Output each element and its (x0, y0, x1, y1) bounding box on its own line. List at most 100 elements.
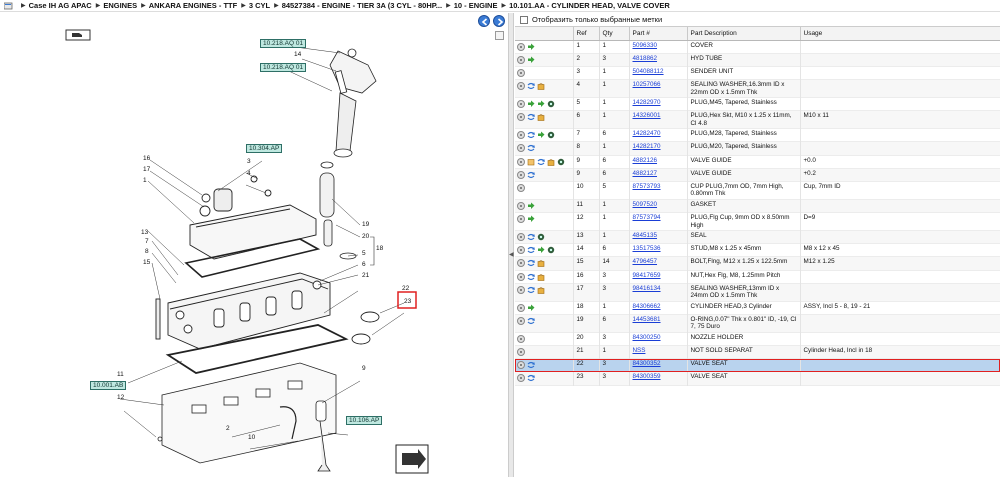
blue-swap-icon[interactable] (527, 233, 536, 241)
box-icon[interactable] (527, 158, 535, 166)
blue-swap-icon[interactable] (527, 82, 536, 90)
blue-swap-icon[interactable] (527, 246, 536, 254)
table-row[interactable]: 13 1 4845135 SEAL (515, 230, 1000, 244)
part-number-link[interactable]: 98417659 (633, 272, 661, 279)
green-arrow-icon[interactable] (527, 304, 535, 312)
show-selected-only-checkbox[interactable] (520, 15, 528, 24)
diagram-number[interactable]: 1 (143, 177, 147, 184)
green-arrow-icon[interactable] (527, 215, 535, 223)
table-row[interactable]: 1 1 5096330 COVER (515, 40, 1000, 54)
diagram-number[interactable]: 4 (247, 170, 251, 177)
green-arrow-icon[interactable] (527, 202, 535, 210)
diagram-number[interactable]: 8 (145, 248, 149, 255)
diagram-number[interactable]: 11 (117, 371, 124, 378)
blue-swap-icon[interactable] (527, 131, 536, 139)
col-description[interactable]: Part Description (687, 27, 801, 41)
circle-icon[interactable] (517, 144, 525, 153)
blue-swap-icon[interactable] (527, 171, 536, 179)
breadcrumb-item[interactable]: 84527384 - ENGINE - TIER 3A (3 CYL - 80H… (282, 1, 442, 10)
diagram-number[interactable]: 14 (294, 51, 301, 58)
diagram-number[interactable]: 9 (362, 365, 366, 372)
circle-icon[interactable] (517, 272, 525, 281)
part-number-link[interactable]: 87573793 (633, 183, 661, 190)
green-arrow-icon[interactable] (537, 131, 545, 139)
circle-icon[interactable] (517, 82, 525, 91)
green-arrow-icon[interactable] (527, 100, 535, 108)
table-row[interactable]: 4 1 10257066 SEALING WASHER,16.3mm ID x 22m… (515, 79, 1000, 98)
gear-icon[interactable] (537, 233, 545, 241)
green-arrow-icon[interactable] (527, 43, 535, 51)
part-number-link[interactable]: 84300250 (633, 334, 661, 341)
col-qty[interactable]: Qty (599, 27, 630, 41)
diagram-number[interactable]: 3 (247, 158, 251, 165)
circle-icon[interactable] (517, 215, 525, 224)
diagram-number[interactable]: 6 (362, 261, 366, 268)
callout-ref[interactable]: 10.218.AQ 01 (260, 39, 307, 48)
table-row[interactable]: 22 3 84300352 VALVE SEAT (515, 358, 1000, 372)
blue-swap-icon[interactable] (527, 286, 536, 294)
part-number-link[interactable]: 5096330 (633, 42, 658, 49)
part-number-link[interactable]: 5097520 (633, 201, 658, 208)
table-row[interactable]: 6 1 14326001 PLUG,Hex Skt, M10 x 1.25 x 11m… (515, 110, 1000, 129)
blue-swap-icon[interactable] (527, 361, 536, 369)
gear-icon[interactable] (547, 131, 555, 139)
circle-icon[interactable] (517, 259, 525, 268)
breadcrumb-item[interactable]: Case IH AG APAC (29, 1, 92, 10)
table-row[interactable]: 21 1 NSS NOT SOLD SEPARAT Cylinder Head, Inc… (515, 345, 1000, 359)
home-icon[interactable] (4, 2, 13, 10)
diagram-number[interactable]: 20 (362, 233, 369, 240)
part-number-link[interactable]: 504088112 (633, 68, 664, 75)
breadcrumb-item[interactable]: 10 - ENGINE (454, 1, 498, 10)
green-arrow-icon[interactable] (527, 56, 535, 64)
circle-icon[interactable] (517, 334, 525, 343)
part-number-link[interactable]: 4882127 (633, 170, 658, 177)
gear-icon[interactable] (547, 246, 555, 254)
pane-splitter[interactable]: ◀ (508, 13, 514, 477)
circle-icon[interactable] (517, 246, 525, 255)
part-number-link[interactable]: 84306662 (633, 303, 661, 310)
part-number-link[interactable]: 4796457 (633, 258, 658, 265)
table-row[interactable]: 19 6 14453681 O-RING,0.07" Thk x 0.801" ID,… (515, 314, 1000, 333)
diagram-number[interactable]: 5 (362, 250, 366, 257)
green-arrow-icon[interactable] (537, 100, 545, 108)
table-row[interactable]: 17 3 98416134 SEALING WASHER,13mm ID x 24mm… (515, 283, 1000, 302)
col-part-number[interactable]: Part # (629, 27, 688, 41)
callout-ref[interactable]: 10.304.AP (246, 144, 283, 153)
breadcrumb-item[interactable]: 3 CYL (249, 1, 270, 10)
circle-icon[interactable] (517, 374, 525, 383)
table-row[interactable]: 23 3 84300359 VALVE SEAT (515, 371, 1000, 386)
circle-icon[interactable] (517, 170, 525, 179)
table-row[interactable]: 3 1 504088112 SENDER UNIT (515, 66, 1000, 80)
table-row[interactable]: 10 5 87573793 CUP PLUG,7mm OD, 7mm High, 0.… (515, 181, 1000, 200)
part-number-link[interactable]: 14326001 (633, 112, 661, 119)
blue-swap-icon[interactable] (527, 273, 536, 281)
circle-icon[interactable] (517, 113, 525, 122)
part-number-link[interactable]: 87573794 (633, 214, 661, 221)
table-row[interactable]: 7 6 14282470 PLUG,M28, Tapered, Stainless (515, 128, 1000, 142)
col-ref[interactable]: Ref (573, 27, 600, 41)
diagram-number[interactable]: 12 (117, 394, 124, 401)
circle-icon[interactable] (517, 233, 525, 242)
bag-icon[interactable] (537, 273, 545, 281)
table-row[interactable]: 12 1 87573794 PLUG,Flg Cup, 9mm OD x 8.50mm… (515, 212, 1000, 231)
table-row[interactable]: 20 3 84300250 NOZZLE HOLDER (515, 332, 1000, 346)
circle-icon[interactable] (517, 100, 525, 109)
diagram-number[interactable]: 7 (145, 238, 149, 245)
part-number-link[interactable]: 14282170 (633, 143, 661, 150)
col-usage[interactable]: Usage (800, 27, 1000, 41)
table-row[interactable]: 8 1 14282170 PLUG,M20, Tapered, Stainless (515, 141, 1000, 156)
blue-swap-icon[interactable] (527, 374, 536, 382)
circle-icon[interactable] (517, 348, 525, 357)
green-arrow-icon[interactable] (537, 246, 545, 254)
part-number-link[interactable]: 98416134 (633, 285, 661, 292)
circle-icon[interactable] (517, 131, 525, 140)
diagram-number[interactable]: 18 (376, 245, 383, 252)
table-row[interactable]: 14 6 13517536 STUD,M8 x 1.25 x 45mm M8 x 12 … (515, 243, 1000, 257)
bag-icon[interactable] (537, 286, 545, 294)
part-number-link[interactable]: 13517536 (633, 245, 661, 252)
diagram-number[interactable]: 17 (143, 166, 150, 173)
diagram-number[interactable]: 2 (226, 425, 230, 432)
part-number-link[interactable]: 84300359 (633, 373, 661, 380)
callout-ref[interactable]: 10.001.AB (90, 381, 127, 390)
diagram-number[interactable]: 15 (143, 259, 150, 266)
